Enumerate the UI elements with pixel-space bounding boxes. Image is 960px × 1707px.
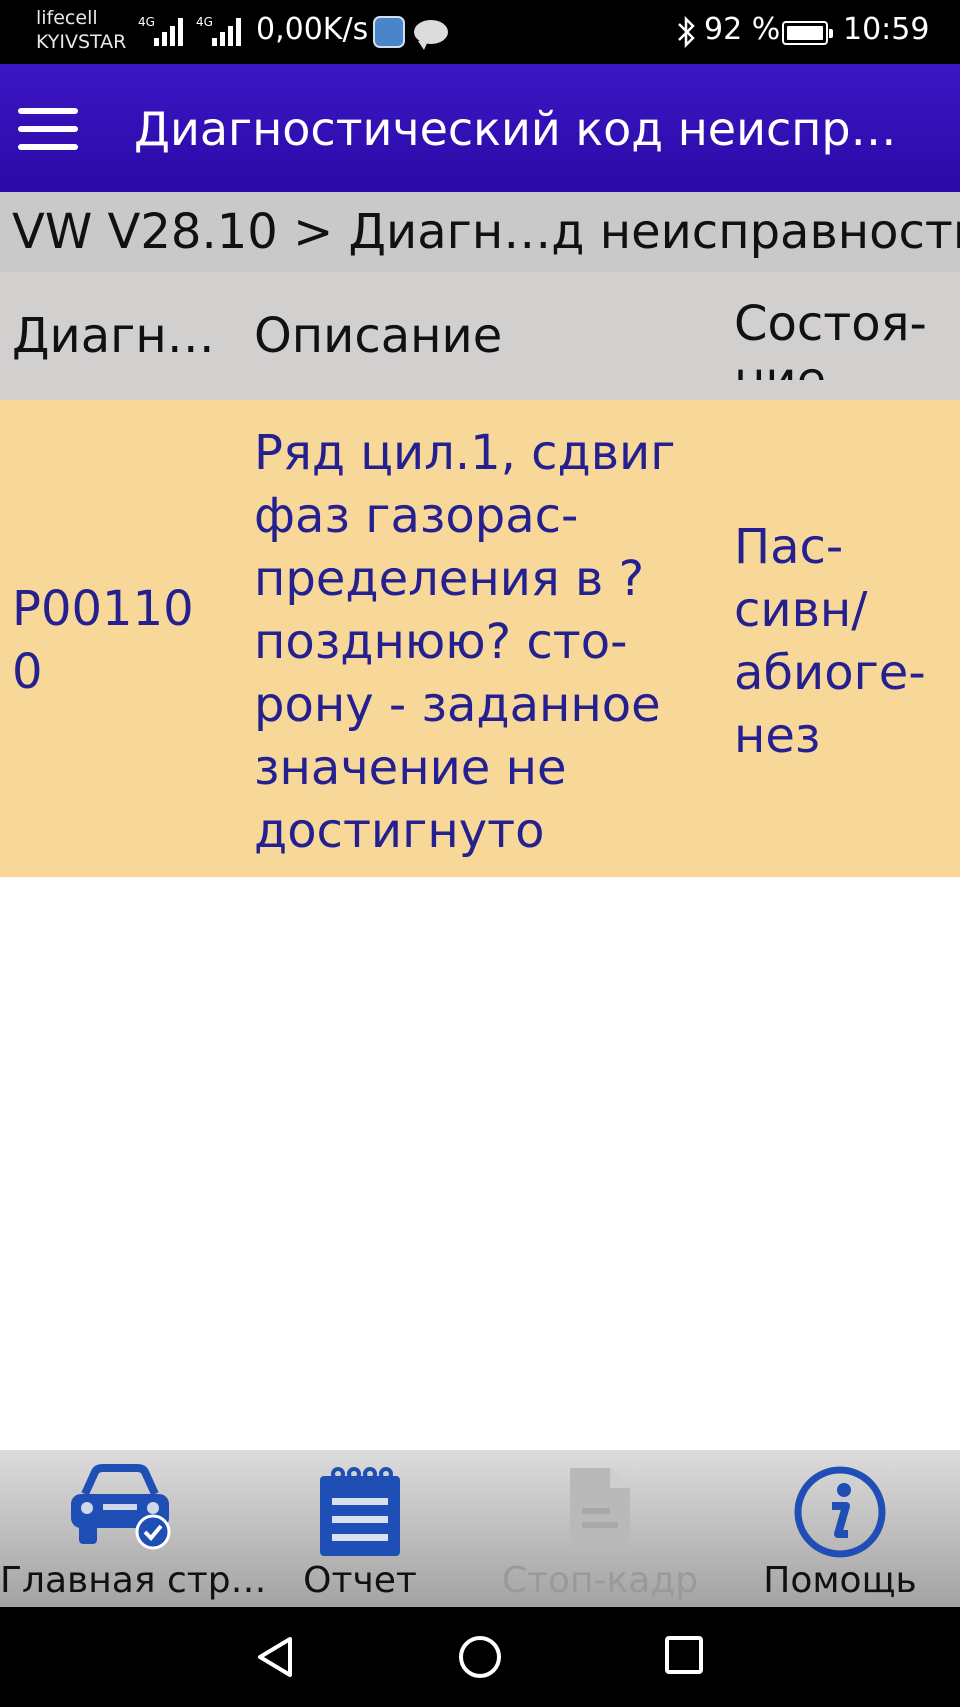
bluetooth-icon xyxy=(678,16,695,48)
fault-state: Пас-сивн/ абиоге-нез xyxy=(734,519,926,764)
report-label: Отчет xyxy=(303,1560,417,1601)
signal-icon: 4G xyxy=(138,15,183,46)
menu-icon[interactable] xyxy=(18,108,78,150)
home-page-button[interactable]: Главная стр… xyxy=(0,1450,267,1607)
bottom-toolbar: Главная стр… Отчет Стоп-кадр Помощь xyxy=(0,1450,960,1607)
help-button[interactable]: Помощь xyxy=(720,1450,960,1607)
freeze-frame-icon xyxy=(570,1468,630,1550)
freeze-frame-button[interactable]: Стоп-кадр xyxy=(480,1450,720,1607)
fault-description: Ряд цил.1, сдвиг фаз газорас-пределения … xyxy=(254,425,676,859)
svg-text:4G: 4G xyxy=(138,15,155,29)
column-header-code[interactable]: Диагн… xyxy=(12,308,215,364)
back-icon[interactable] xyxy=(254,1635,296,1679)
info-icon xyxy=(794,1466,886,1558)
report-icon xyxy=(320,1467,400,1556)
status-bar: lifecell KYIVSTAR 4G 4G 0,00K/s 92 % 10:… xyxy=(0,0,960,64)
column-header-state[interactable]: Состоя-ние xyxy=(734,296,944,380)
table-row[interactable]: P00110 0 Ряд цил.1, сдвиг фаз газорас-пр… xyxy=(0,400,960,877)
carrier-info: lifecell KYIVSTAR xyxy=(36,6,126,54)
app-notification-icon xyxy=(373,16,405,48)
help-label: Помощь xyxy=(763,1560,917,1601)
carrier-1: lifecell xyxy=(36,7,98,29)
navigation-bar xyxy=(0,1607,960,1707)
recents-icon[interactable] xyxy=(664,1635,704,1675)
home-icon[interactable] xyxy=(458,1635,502,1679)
carrier-2: KYIVSTAR xyxy=(36,31,127,53)
table-header: Диагн… Описание Состоя-ние xyxy=(0,272,960,400)
svg-text:4G: 4G xyxy=(196,15,213,29)
app-title: Диагностический код неиспр… xyxy=(134,102,897,156)
column-header-description[interactable]: Описание xyxy=(254,308,502,364)
car-icon xyxy=(71,1464,171,1550)
signal-icon-2: 4G xyxy=(196,15,241,46)
battery-icon xyxy=(782,21,833,45)
breadcrumb: VW V28.10 > Диагн…д неисправности xyxy=(0,192,960,272)
app-bar: Диагностический код неиспр… xyxy=(0,64,960,192)
net-speed: 0,00K/s xyxy=(256,12,369,47)
message-icon xyxy=(414,20,448,50)
clock: 10:59 xyxy=(843,12,930,47)
freeze-frame-label: Стоп-кадр xyxy=(501,1560,699,1601)
fault-code: P00110 0 xyxy=(12,581,194,700)
report-button[interactable]: Отчет xyxy=(240,1450,480,1607)
home-page-label: Главная стр… xyxy=(0,1560,267,1601)
battery-percent: 92 % xyxy=(704,12,781,47)
